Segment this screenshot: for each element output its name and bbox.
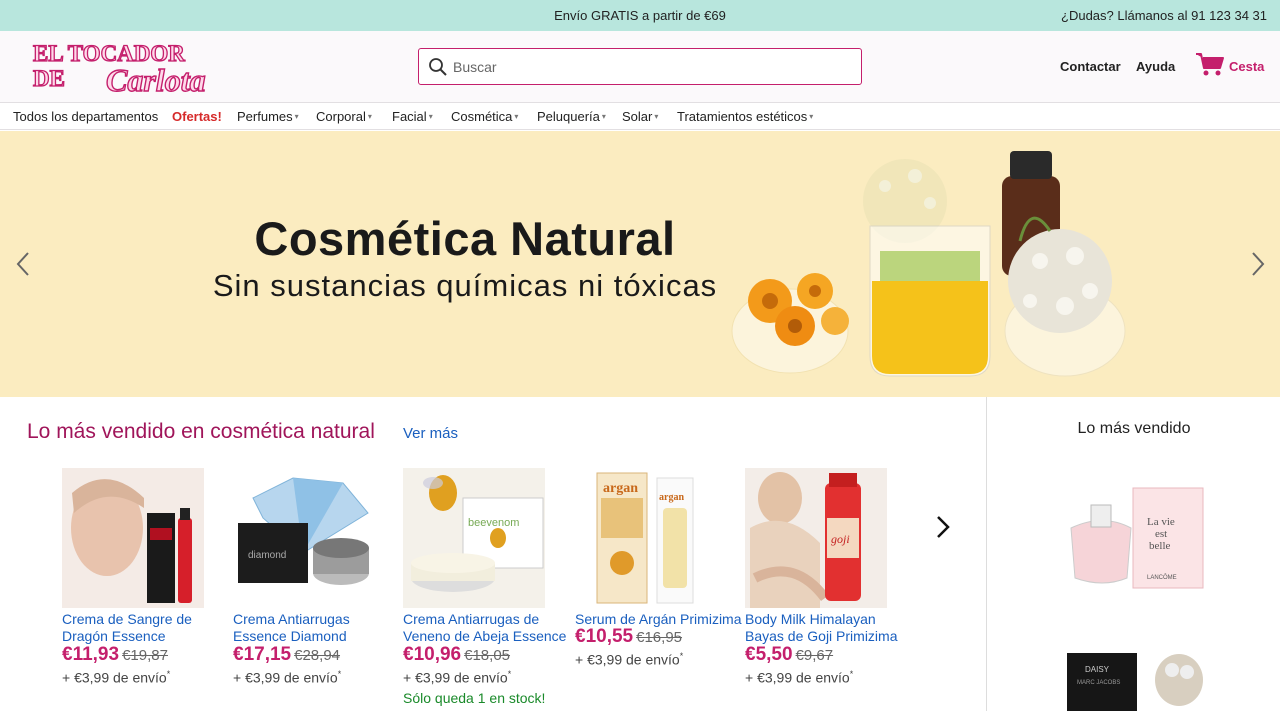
perfume-image-2[interactable]: DAISY MARC JACOBS bbox=[1067, 650, 1207, 711]
product-price: €10,96 bbox=[403, 644, 462, 665]
product-old-price: €19,87 bbox=[122, 647, 168, 664]
product-name-line: Body Milk Himalayan bbox=[745, 611, 876, 627]
phone-contact: ¿Dudas? Llámanos al 91 123 34 31 bbox=[1061, 8, 1267, 23]
shipping-cost: + €3,99 de envío bbox=[403, 669, 508, 686]
top-promo-bar: Envío GRATIS a partir de €69 ¿Dudas? Llá… bbox=[0, 0, 1280, 31]
svg-text:beevenom: beevenom bbox=[468, 517, 519, 529]
chevron-down-icon: ▾ bbox=[367, 112, 372, 121]
product-price: €10,55 bbox=[575, 626, 634, 647]
products-next-icon[interactable] bbox=[933, 512, 953, 542]
product-name-line: Crema de Sangre de bbox=[62, 611, 192, 627]
product-name[interactable]: Crema Antiarrugas Essence Diamond €17,15… bbox=[233, 611, 403, 687]
product-price: €17,15 bbox=[233, 644, 292, 665]
nav-label: Peluquería bbox=[537, 109, 600, 124]
shipping-cost: + €3,99 de envío bbox=[575, 651, 680, 668]
cart-label: Cesta bbox=[1229, 59, 1265, 74]
product-price: €5,50 bbox=[745, 644, 793, 665]
nav-label: Facial bbox=[392, 109, 427, 124]
nav-label: Solar bbox=[622, 109, 653, 124]
svg-text:goji: goji bbox=[831, 532, 850, 546]
product-name-line: Crema Antiarrugas de bbox=[403, 611, 540, 627]
product-name[interactable]: Body Milk Himalayan Bayas de Goji Primiz… bbox=[745, 611, 915, 687]
nav-label: Cosmética bbox=[451, 109, 513, 124]
perfume-brand: MARC JACOBS bbox=[1077, 680, 1120, 686]
product-name[interactable]: Crema Antiarrugas de Veneno de Abeja Ess… bbox=[403, 611, 573, 707]
nav-cosmetica[interactable]: Cosmética ▾ bbox=[451, 109, 518, 124]
logo-text-3: Carlota bbox=[106, 62, 206, 97]
product-name-line: Bayas de Goji Primizima bbox=[745, 628, 898, 644]
svg-text:argan: argan bbox=[659, 492, 684, 503]
product-old-price: €9,67 bbox=[795, 647, 834, 664]
product-image[interactable]: goji bbox=[745, 468, 887, 608]
chevron-down-icon: ▾ bbox=[294, 112, 299, 121]
product-name-line: Veneno de Abeja Essence bbox=[403, 628, 567, 644]
section-title: Lo más vendido en cosmética natural bbox=[27, 420, 375, 443]
shipping-cost: + €3,99 de envío bbox=[745, 669, 850, 686]
nav-label: Perfumes bbox=[237, 109, 293, 124]
perfume-brand: LANCÔME bbox=[1147, 574, 1177, 581]
chevron-down-icon: ▾ bbox=[514, 112, 519, 121]
nav-solar[interactable]: Solar ▾ bbox=[622, 109, 658, 124]
chevron-down-icon: ▾ bbox=[601, 112, 606, 121]
nav-label: Corporal bbox=[316, 109, 366, 124]
product-image[interactable]: diamond bbox=[233, 468, 375, 608]
header: EL TOCADOR DE Carlota Contactar Ayuda Ce… bbox=[0, 31, 1280, 103]
chevron-down-icon: ▾ bbox=[428, 112, 433, 121]
nav-peluqueria[interactable]: Peluquería ▾ bbox=[537, 109, 606, 124]
shipping-cost: + €3,99 de envío bbox=[233, 669, 338, 686]
product-old-price: €16,95 bbox=[636, 629, 683, 646]
stock-warning: Sólo queda 1 en stock! bbox=[403, 689, 546, 706]
nav-perfumes[interactable]: Perfumes ▾ bbox=[237, 109, 299, 124]
carousel-next-icon[interactable] bbox=[1248, 249, 1268, 279]
product-old-price: €18,05 bbox=[464, 647, 511, 664]
carousel-prev-icon[interactable] bbox=[13, 249, 33, 279]
cart-icon bbox=[1196, 53, 1224, 76]
search-icon[interactable] bbox=[428, 57, 448, 77]
sidebar-title: Lo más vendido bbox=[1077, 420, 1191, 437]
chevron-down-icon: ▾ bbox=[654, 112, 659, 121]
bestsellers-section: Lo más vendido en cosmética natural Ver … bbox=[0, 397, 986, 711]
nav-offers[interactable]: Ofertas! bbox=[172, 109, 222, 124]
nav-all-departments[interactable]: Todos los departamentos bbox=[13, 109, 158, 124]
perfume-label: est bbox=[1155, 528, 1167, 540]
perfume-label: DAISY bbox=[1085, 665, 1110, 674]
nav-label: Todos los departamentos bbox=[13, 109, 159, 124]
help-link[interactable]: Ayuda bbox=[1136, 59, 1175, 74]
product-price: €11,93 bbox=[62, 644, 120, 665]
svg-text:diamond: diamond bbox=[248, 550, 286, 561]
search-box[interactable] bbox=[418, 48, 862, 85]
svg-text:argan: argan bbox=[603, 481, 638, 496]
chevron-down-icon: ▾ bbox=[809, 112, 814, 121]
hero-image bbox=[731, 151, 1126, 377]
perfume-label: La vie bbox=[1147, 516, 1175, 528]
product-name[interactable]: Crema de Sangre de Dragón Essence €11,93… bbox=[62, 611, 232, 687]
nav-corporal[interactable]: Corporal ▾ bbox=[316, 109, 372, 124]
product-name[interactable]: Serum de Argán Primizima €10,55 €16,95 + … bbox=[575, 611, 745, 669]
site-logo[interactable]: EL TOCADOR DE Carlota bbox=[30, 39, 235, 97]
nav-facial[interactable]: Facial ▾ bbox=[392, 109, 433, 124]
see-more-link[interactable]: Ver más bbox=[403, 425, 458, 442]
product-name-line: Essence Diamond bbox=[233, 628, 347, 644]
product-name-line: Dragón Essence bbox=[62, 628, 166, 644]
bestsellers-sidebar: Lo más vendido La vie est belle LANCÔME … bbox=[986, 397, 1280, 711]
product-name-line: Crema Antiarrugas bbox=[233, 611, 350, 627]
perfume-label: belle bbox=[1149, 540, 1170, 552]
nav-tratamientos[interactable]: Tratamientos estéticos ▾ bbox=[677, 109, 813, 124]
product-old-price: €28,94 bbox=[294, 647, 341, 664]
nav-label: Ofertas! bbox=[172, 109, 222, 124]
contact-link[interactable]: Contactar bbox=[1060, 59, 1121, 74]
shipping-cost: + €3,99 de envío bbox=[62, 669, 167, 686]
product-image[interactable]: beevenom bbox=[403, 468, 545, 608]
department-nav: Todos los departamentos Ofertas! Perfume… bbox=[0, 103, 1280, 130]
search-input[interactable] bbox=[453, 49, 853, 84]
nav-label: Tratamientos estéticos bbox=[677, 109, 808, 124]
cart-button[interactable]: Cesta bbox=[1195, 51, 1270, 79]
hero-banner[interactable]: Cosmética Natural Sin sustancias química… bbox=[0, 131, 1280, 397]
perfume-image-1[interactable]: La vie est belle LANCÔME bbox=[1063, 483, 1208, 593]
product-image[interactable] bbox=[62, 468, 204, 608]
product-image[interactable]: argan argan bbox=[575, 468, 717, 608]
logo-text-2: DE bbox=[33, 66, 65, 91]
